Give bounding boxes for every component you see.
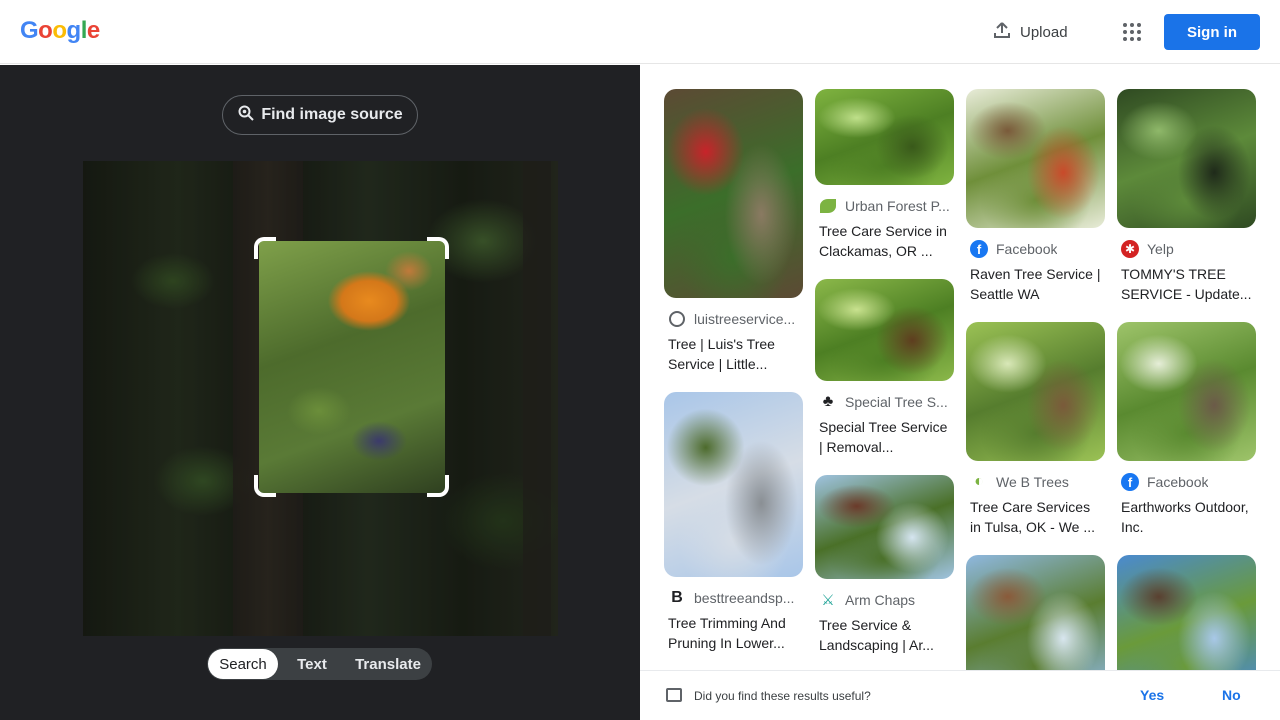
query-image [83,161,558,636]
globe-icon [668,310,686,328]
results-column: Urban Forest P... Tree Care Service in Cl… [815,89,954,670]
result-title[interactable]: Tree Service & Landscaping | Ar... [819,615,950,655]
google-logo[interactable]: Google [20,17,100,45]
feedback-icon [666,688,682,702]
results-column: ✱ Yelp TOMMY'S TREE SERVICE - Update... f Fa… [1117,89,1256,670]
result-card[interactable]: f Facebook Earthworks Outdoor, Inc. [1117,322,1256,537]
lens-search-icon [237,104,255,127]
result-source-name: besttreeandsp... [694,590,795,606]
result-title[interactable]: Special Tree Service | Removal... [819,417,950,457]
find-image-source-label: Find image source [261,106,403,123]
upload-label: Upload [1020,23,1068,41]
feedback-question: Did you find these results useful? [694,689,871,703]
result-source-name: We B Trees [996,474,1069,490]
result-card[interactable]: ✱ Yelp TOMMY'S TREE SERVICE - Update... [1117,89,1256,304]
result-card[interactable] [1117,555,1256,670]
result-thumbnail[interactable] [966,322,1105,461]
result-title[interactable]: TOMMY'S TREE SERVICE - Update... [1121,264,1252,304]
logo-letter: g [66,17,82,44]
feedback-yes-button[interactable]: Yes [1140,687,1164,703]
result-card[interactable]: luistreeservice... Tree | Luis's Tree Ser… [664,89,803,374]
result-source-name: Special Tree S... [845,394,948,410]
leaf-ring-icon: ◐ [974,473,984,490]
result-source-name: Facebook [1147,474,1209,490]
apps-grid-icon[interactable] [1116,16,1148,48]
result-card[interactable]: ⚔ Arm Chaps Tree Service & Landscaping | A… [815,475,954,655]
result-thumbnail[interactable] [1117,555,1256,670]
results-column: f Facebook Raven Tree Service | Seattle WA… [966,89,1105,670]
tab-search[interactable]: Search [208,649,278,679]
result-source-name: Facebook [996,241,1058,257]
result-thumbnail[interactable] [815,475,954,579]
facebook-icon: f [1121,473,1139,491]
crop-handle-top-left[interactable] [254,237,276,259]
result-card[interactable]: Bbesttreeandsp... Tree Trimming And Pruni… [664,392,803,653]
query-panel: Find image source Search Text Translate [0,65,640,720]
result-source[interactable]: luistreeservice... [668,310,799,328]
upload-icon [992,20,1012,44]
result-card[interactable]: ◐ We B Trees Tree Care Services in Tulsa, … [966,322,1105,537]
result-title[interactable]: Raven Tree Service | Seattle WA [970,264,1101,304]
result-thumbnail[interactable] [815,279,954,381]
result-source[interactable]: Bbesttreeandsp... [668,589,799,607]
result-thumbnail[interactable] [664,392,803,577]
logo-letter: e [86,17,100,44]
crop-handle-bottom-left[interactable] [254,475,276,497]
result-source[interactable]: ✱ Yelp [1121,240,1252,258]
result-source-name: luistreeservice... [694,311,796,327]
logo-letter: G [20,17,39,44]
tree-icon: ♣ [822,393,834,410]
result-thumbnail[interactable] [664,89,803,298]
result-source[interactable]: Urban Forest P... [819,197,950,215]
b-logo-icon: B [671,589,683,606]
result-thumbnail[interactable] [1117,89,1256,228]
result-source[interactable]: ♣ Special Tree S... [819,393,950,411]
result-source[interactable]: ⚔ Arm Chaps [819,591,950,609]
result-source-name: Yelp [1147,241,1174,257]
visual-matches-grid: luistreeservice... Tree | Luis's Tree Ser… [640,65,1280,670]
result-source-name: Arm Chaps [845,592,916,608]
result-source-name: Urban Forest P... [845,198,950,214]
result-source[interactable]: f Facebook [1121,473,1252,491]
result-thumbnail[interactable] [1117,322,1256,461]
logo-letter: o [38,17,53,44]
result-source[interactable]: f Facebook [970,240,1101,258]
header: Google Upload Sign in [0,0,1280,64]
feedback-no-button[interactable]: No [1222,687,1241,703]
crop-selection-area[interactable] [259,241,445,493]
result-card[interactable]: ♣ Special Tree S... Special Tree Service |… [815,279,954,457]
find-image-source-button[interactable]: Find image source [222,95,418,135]
result-card[interactable]: f Facebook Raven Tree Service | Seattle WA [966,89,1105,304]
result-title[interactable]: Tree Care Service in Clackamas, OR ... [819,221,950,261]
crop-handle-top-right[interactable] [427,237,449,259]
result-source[interactable]: ◐ We B Trees [970,473,1101,491]
result-title[interactable]: Earthworks Outdoor, Inc. [1121,497,1252,537]
mode-tabs: Search Text Translate [207,648,432,680]
results-column: luistreeservice... Tree | Luis's Tree Ser… [664,89,803,670]
result-thumbnail[interactable] [966,555,1105,670]
leaf-icon [819,197,837,215]
feedback-bar: Did you find these results useful? Yes N… [640,670,1280,720]
crop-handle-bottom-right[interactable] [427,475,449,497]
result-thumbnail[interactable] [966,89,1105,228]
result-title[interactable]: Tree Trimming And Pruning In Lower... [668,613,799,653]
result-card[interactable]: Urban Forest P... Tree Care Service in Cl… [815,89,954,261]
result-title[interactable]: Tree Care Services in Tulsa, OK - We ... [970,497,1101,537]
yelp-icon: ✱ [1121,240,1139,258]
facebook-icon: f [970,240,988,258]
upload-button[interactable]: Upload [984,14,1074,50]
result-card[interactable] [966,555,1105,670]
result-thumbnail[interactable] [815,89,954,185]
tab-translate[interactable]: Translate [346,649,430,679]
logo-letter: o [52,17,67,44]
result-title[interactable]: Tree | Luis's Tree Service | Little... [668,334,799,374]
arm-chaps-icon: ⚔ [821,592,835,609]
tab-text[interactable]: Text [278,649,346,679]
sign-in-button[interactable]: Sign in [1164,14,1260,50]
